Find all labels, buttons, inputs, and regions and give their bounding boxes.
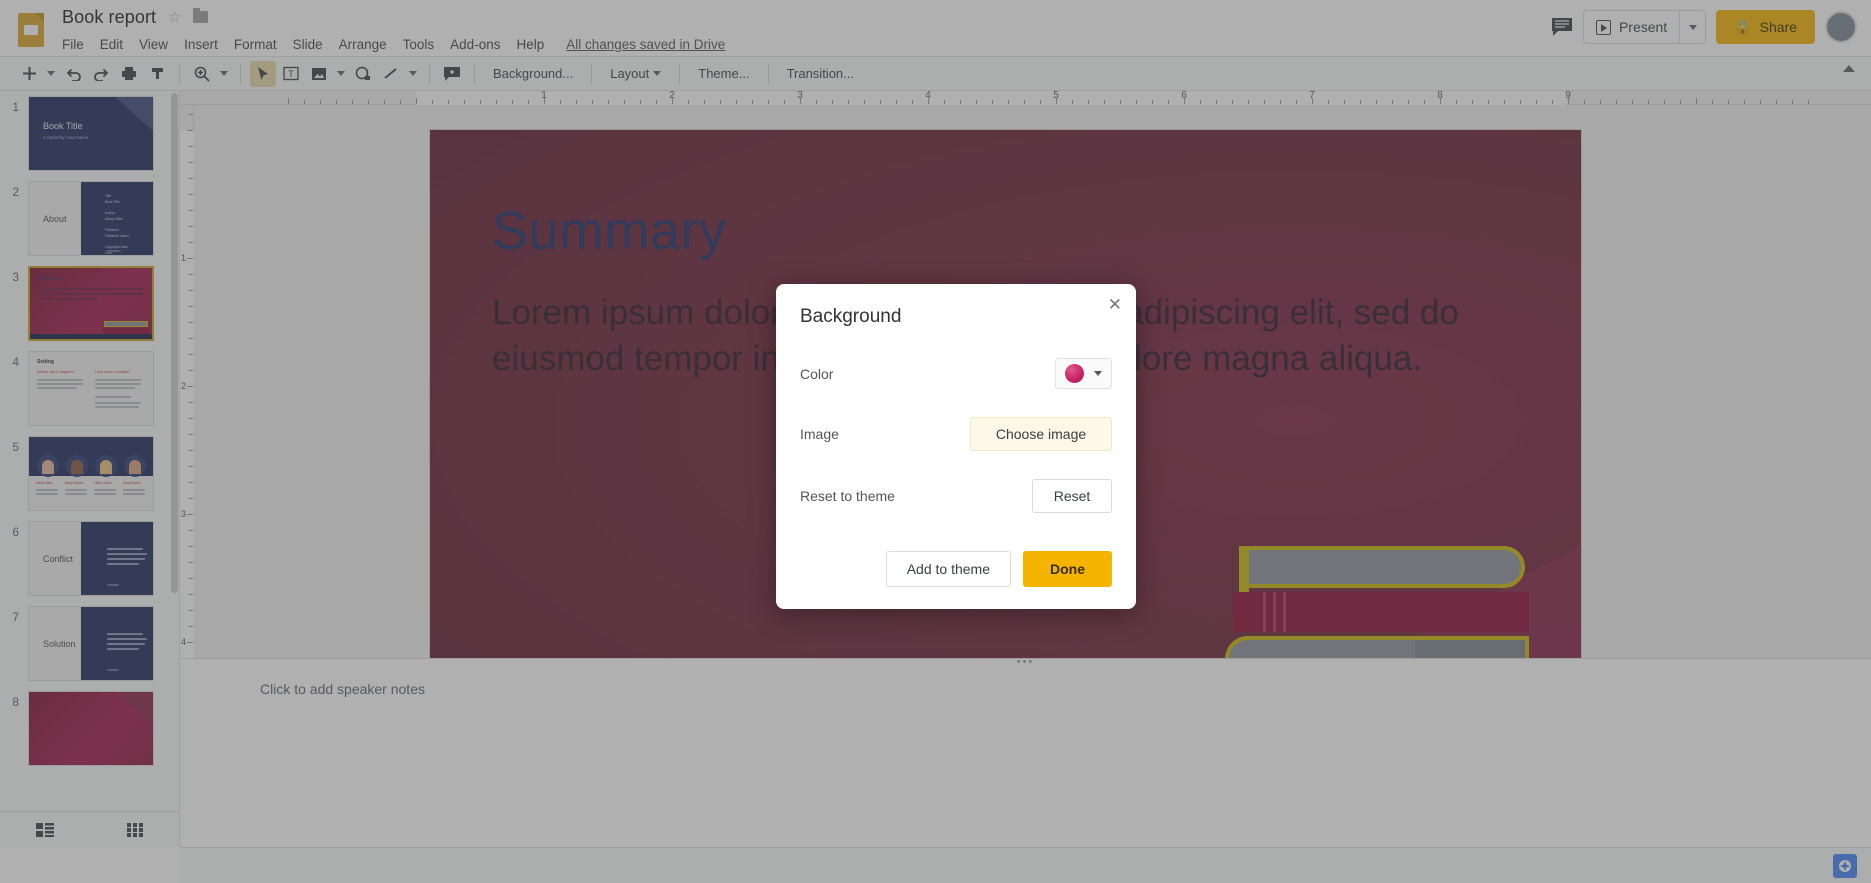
color-label: Color (800, 365, 834, 382)
reset-to-theme-label: Reset to theme (800, 488, 895, 504)
color-swatch (1065, 364, 1084, 383)
dialog-footer: Add to theme Done (800, 551, 1112, 587)
done-button[interactable]: Done (1023, 551, 1112, 587)
add-to-theme-button[interactable]: Add to theme (885, 551, 1011, 587)
image-label: Image (800, 426, 839, 442)
reset-row: Reset to theme Reset (800, 479, 1112, 513)
choose-image-button[interactable]: Choose image (970, 417, 1112, 451)
color-picker-button[interactable] (1055, 358, 1112, 389)
background-dialog: ✕ Background Color Image Choose image Re… (776, 284, 1136, 609)
reset-button[interactable]: Reset (1032, 479, 1112, 513)
image-row: Image Choose image (800, 417, 1112, 451)
close-icon[interactable]: ✕ (1108, 296, 1122, 313)
dialog-title: Background (800, 306, 902, 327)
google-slides-app: Book report ☆ File Edit View Insert Form… (0, 0, 1871, 883)
chevron-down-icon (1094, 371, 1102, 376)
color-row: Color (800, 358, 1112, 389)
